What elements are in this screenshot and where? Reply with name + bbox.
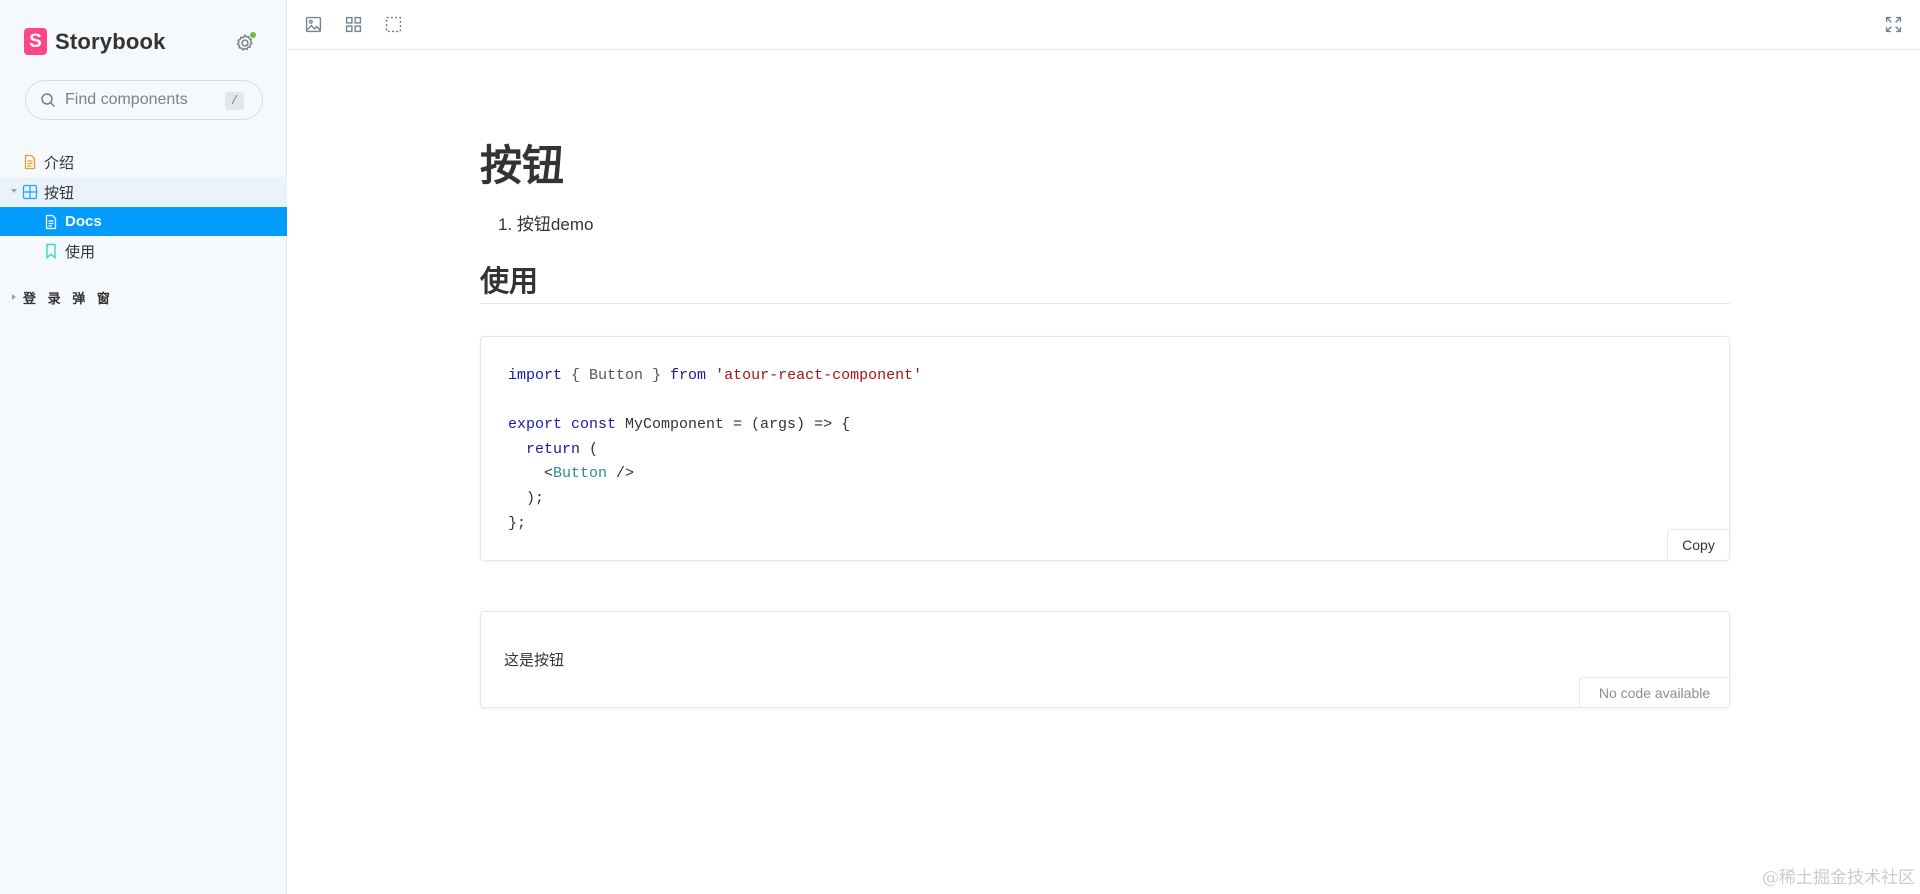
document-icon bbox=[45, 214, 57, 229]
sidebar-item-button[interactable]: 按钮 bbox=[0, 177, 287, 207]
sidebar-item-label: 按钮 bbox=[44, 184, 75, 202]
component-tree: 介绍 按钮 Docs 使用 登 录 弹 窗 bbox=[0, 147, 287, 306]
code-token: const bbox=[562, 416, 617, 434]
sidebar-group-login-modal[interactable]: 登 录 弹 窗 bbox=[0, 287, 114, 307]
sidebar-item-label: Docs bbox=[65, 213, 102, 230]
preview-content: 这是按钮 bbox=[504, 652, 565, 669]
toc-number: 1. bbox=[498, 215, 517, 234]
code-token: < bbox=[508, 465, 554, 483]
sidebar-item-label: 介绍 bbox=[44, 154, 75, 172]
code-token: return bbox=[508, 440, 581, 458]
page-title: 按钮 bbox=[480, 142, 565, 189]
storybook-logo: S bbox=[24, 28, 47, 55]
copy-button[interactable]: Copy bbox=[1667, 529, 1729, 560]
section-divider bbox=[480, 303, 1730, 304]
code-block: import { Button } from 'atour-react-comp… bbox=[480, 336, 1730, 561]
search-shortcut-key: / bbox=[225, 92, 244, 110]
code-token: ); bbox=[508, 489, 545, 507]
sidebar-item-docs[interactable]: Docs bbox=[0, 207, 287, 236]
search-box[interactable]: / bbox=[25, 80, 263, 120]
code-token: Button bbox=[553, 465, 608, 483]
sidebar-item-usage[interactable]: 使用 bbox=[0, 236, 287, 266]
docs-content: 按钮 1. 按钮demo 使用 import { Button } from '… bbox=[288, 51, 1920, 894]
code-token: }; bbox=[508, 514, 527, 532]
show-code-button[interactable]: No code available bbox=[1579, 677, 1729, 707]
sidebar-item-intro[interactable]: 介绍 bbox=[0, 147, 287, 177]
grid-icon[interactable] bbox=[345, 16, 362, 33]
code-token: ( bbox=[580, 440, 599, 458]
code-token: 'atour-react-component' bbox=[706, 367, 923, 384]
toc-item[interactable]: 按钮demo bbox=[517, 215, 594, 234]
code-token: { Button } bbox=[562, 367, 671, 384]
fullscreen-icon[interactable] bbox=[1885, 16, 1902, 33]
bookmark-icon bbox=[46, 243, 56, 259]
settings-icon[interactable] bbox=[234, 31, 257, 54]
image-icon[interactable] bbox=[305, 16, 322, 33]
brand-name: Storybook bbox=[55, 28, 166, 54]
code-token: from bbox=[670, 367, 707, 384]
search-icon bbox=[41, 93, 56, 108]
sidebar-item-label: 使用 bbox=[65, 243, 96, 261]
sidebar-group-label: 登 录 弹 窗 bbox=[23, 290, 114, 306]
search-input[interactable] bbox=[65, 91, 215, 109]
code-snippet: import { Button } from 'atour-react-comp… bbox=[508, 364, 922, 536]
toolbar bbox=[288, 0, 1920, 50]
watermark: @稀土掘金技术社区 bbox=[1762, 868, 1915, 888]
code-token: MyComponent = (args) => { bbox=[616, 416, 851, 434]
component-icon bbox=[22, 184, 38, 200]
update-status-dot bbox=[249, 31, 257, 39]
section-title: 使用 bbox=[480, 266, 539, 298]
story-preview: 这是按钮 No code available bbox=[480, 611, 1730, 708]
code-token: export bbox=[508, 416, 563, 434]
sidebar: S Storybook / 介绍 按钮 bbox=[0, 0, 287, 894]
outline-icon[interactable] bbox=[385, 16, 402, 33]
code-token: /> bbox=[607, 465, 635, 483]
chevron-right-icon bbox=[12, 294, 16, 300]
brand[interactable]: S Storybook bbox=[24, 28, 166, 55]
code-token: import bbox=[508, 367, 563, 384]
toc-list: 1. 按钮demo bbox=[498, 210, 593, 235]
document-icon bbox=[24, 154, 36, 170]
chevron-down-icon bbox=[11, 189, 17, 193]
